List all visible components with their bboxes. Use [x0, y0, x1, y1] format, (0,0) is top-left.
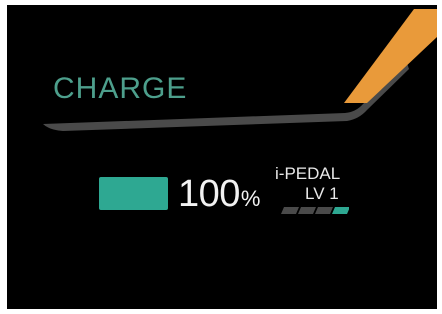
battery-percentage-unit: %: [240, 186, 261, 211]
i-pedal-title: i-PEDAL: [275, 164, 341, 183]
level-meter-segment: [298, 207, 316, 214]
orange-accent-bar: [344, 9, 437, 103]
charge-mode-label: CHARGE: [53, 72, 188, 105]
sweep-graphic: [43, 9, 437, 131]
level-meter-segment: [281, 207, 299, 214]
i-pedal-level-label: LV 1: [305, 184, 339, 203]
i-pedal-level-meter: [281, 207, 349, 214]
cluster-display: CHARGE 100% i-PEDAL LV 1: [7, 5, 437, 309]
battery-percentage: 100%: [178, 175, 260, 213]
level-meter-segment: [315, 207, 333, 214]
battery-level-block: [99, 177, 168, 210]
level-meter-segment-active: [332, 207, 349, 214]
battery-percentage-value: 100: [178, 173, 240, 215]
